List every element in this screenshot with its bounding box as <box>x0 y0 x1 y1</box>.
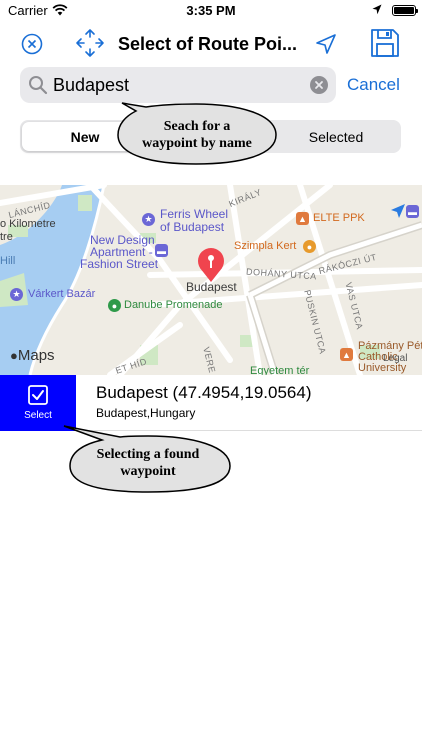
status-bar: Carrier 3:35 PM <box>0 0 422 22</box>
map-label-szimpla: Szimpla Kert <box>234 240 297 252</box>
save-icon <box>371 29 399 57</box>
navigation-bar: Select of Route Poi... <box>0 22 422 66</box>
legal-link[interactable]: Legal <box>383 353 407 364</box>
map-label-hill: Hill <box>0 255 16 267</box>
page-title: Select of Route Poi... <box>118 34 298 54</box>
battery-icon <box>392 5 418 16</box>
map-label-budapest: Budapest <box>186 280 237 294</box>
checkbox-icon <box>28 385 48 405</box>
navigate-button[interactable] <box>314 32 338 56</box>
map-label-egyetem: Egyetem tér <box>250 365 310 375</box>
maps-logo-text: Maps <box>17 347 55 364</box>
school-poi-icon: ▲ <box>296 212 309 225</box>
move-button[interactable] <box>74 26 106 60</box>
callout-select: Selecting a found waypoint <box>56 424 236 494</box>
user-location-icon[interactable] <box>390 203 406 219</box>
park-poi-icon: ● <box>108 299 121 312</box>
star-poi-icon: ★ <box>10 288 23 301</box>
cafe-poi-icon: ● <box>303 240 316 253</box>
close-button[interactable] <box>20 32 44 56</box>
select-button[interactable]: Select <box>0 375 76 431</box>
map-view[interactable]: LÁNCHÍD o Kilometre tre Hill ★ Várkert B… <box>0 185 422 375</box>
map-label-kilometre: o Kilometre <box>0 218 56 230</box>
navigation-arrow-icon <box>316 34 336 54</box>
move-arrows-icon <box>76 29 104 57</box>
map-label-varkert: Várkert Bazár <box>28 288 96 300</box>
clock: 3:35 PM <box>186 3 236 18</box>
segment-selected[interactable]: Selected <box>273 122 399 151</box>
cancel-button[interactable]: Cancel <box>347 75 400 95</box>
callout-select-line1: Selecting a found <box>96 447 200 462</box>
result-subtitle: Budapest,Hungary <box>96 406 196 420</box>
clear-icon[interactable] <box>310 76 328 94</box>
map-label-ferris: Ferris Wheel <box>160 207 229 221</box>
search-bar[interactable] <box>20 67 336 103</box>
school-poi-icon: ▲ <box>340 348 353 361</box>
callout-select-line2: waypoint <box>120 464 176 479</box>
bed-poi-icon: ▬ <box>155 244 168 257</box>
map-label-newdesign-3: Fashion Street <box>80 257 159 271</box>
map-label-elte: ELTE PPK <box>313 212 365 224</box>
search-icon <box>29 76 48 95</box>
search-result-row[interactable]: Select Budapest (47.4954,19.0564) Budape… <box>0 375 422 431</box>
callout-search: Seach for a waypoint by name <box>112 100 282 166</box>
location-arrow-icon <box>372 4 382 15</box>
bed-poi-icon: ▬ <box>406 205 419 218</box>
search-input[interactable] <box>53 73 293 97</box>
star-poi-icon: ★ <box>142 213 155 226</box>
map-label-ferris-2: of Budapest <box>160 220 225 234</box>
save-button[interactable] <box>368 26 402 60</box>
map-label-danube: Danube Promenade <box>124 299 223 311</box>
map-label-kilometre-2: tre <box>0 231 13 243</box>
select-label: Select <box>24 410 52 421</box>
close-circle-icon <box>21 33 43 55</box>
callout-search-line1: Seach for a <box>163 119 231 134</box>
maps-logo: ●Maps <box>10 347 55 364</box>
result-title: Budapest (47.4954,19.0564) <box>96 383 312 402</box>
callout-search-line2: waypoint by name <box>142 136 252 151</box>
